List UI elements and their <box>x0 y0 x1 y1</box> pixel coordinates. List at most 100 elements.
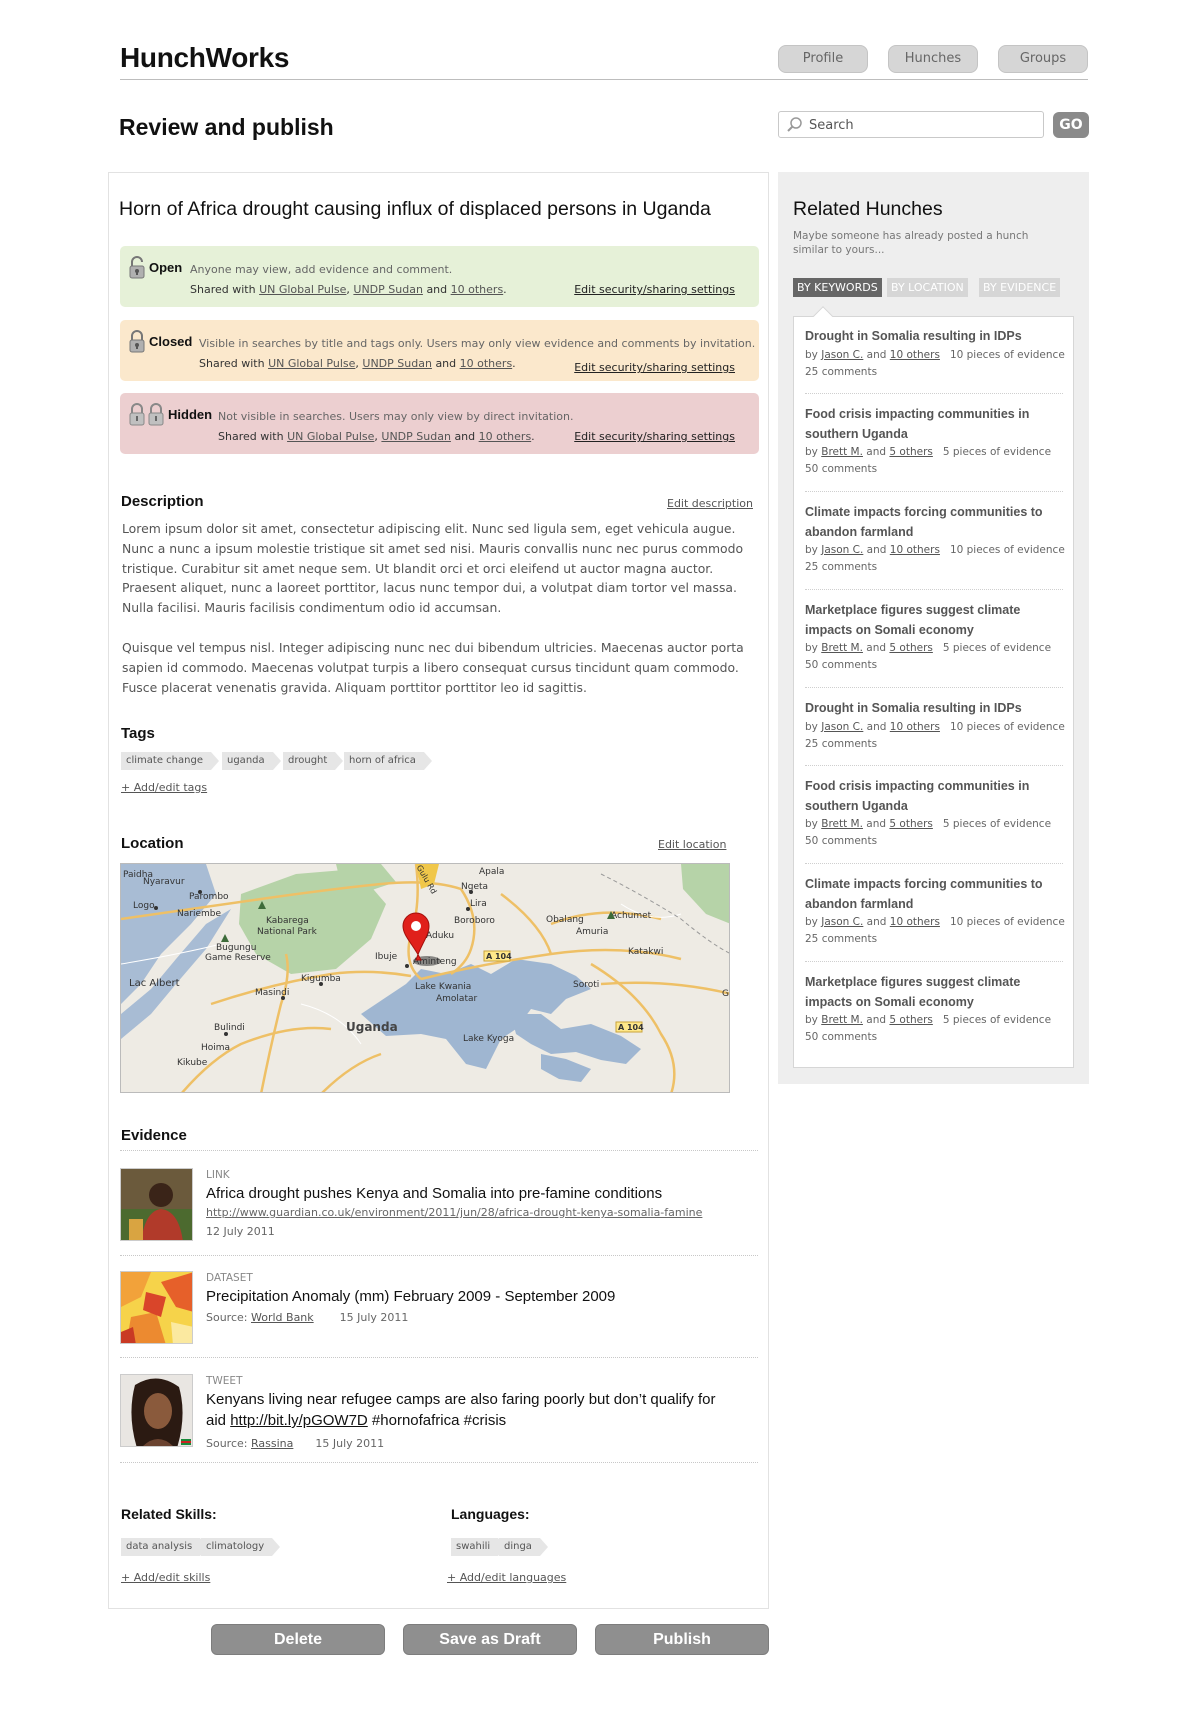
publish-button[interactable]: Publish <box>595 1624 769 1655</box>
related-hunch-item[interactable]: Drought in Somalia resulting in IDPs by … <box>805 699 1065 753</box>
divider <box>805 393 1063 394</box>
edit-security-settings-link[interactable]: Edit security/sharing settings <box>574 430 735 443</box>
tweet-link[interactable]: http://bit.ly/pGOW7D <box>230 1412 368 1429</box>
evidence-tweet-text[interactable]: Kenyans living near refugee camps are al… <box>206 1389 766 1431</box>
security-option-open[interactable]: Open Anyone may view, add evidence and c… <box>120 246 759 307</box>
shared-org-link[interactable]: UN Global Pulse <box>287 430 374 443</box>
user-link[interactable]: Brett M. <box>821 818 863 830</box>
related-hunch-item[interactable]: Drought in Somalia resulting in IDPs by … <box>805 327 1065 381</box>
evidence-thumbnail-tweet[interactable] <box>120 1374 193 1447</box>
skill-chip[interactable]: climatology <box>201 1538 281 1556</box>
related-hunch-comments: 25 comments <box>805 933 878 945</box>
others-link[interactable]: 10 others <box>890 721 940 733</box>
divider <box>805 491 1063 492</box>
search-box[interactable] <box>778 111 1044 138</box>
nav-hunches-button[interactable]: Hunches <box>888 45 978 73</box>
heatmap-icon <box>121 1272 192 1343</box>
others-link[interactable]: 5 others <box>889 818 932 830</box>
svg-text:Lira: Lira <box>470 899 487 909</box>
shared-org-link[interactable]: UNDP Sudan <box>381 430 451 443</box>
app-logo[interactable]: HunchWorks <box>120 42 289 74</box>
related-hunch-item[interactable]: Food crisis impacting communities in sou… <box>805 405 1065 478</box>
evidence-title-link[interactable]: Precipitation Anomaly (mm) February 2009… <box>206 1286 615 1307</box>
evidence-thumbnail-dataset[interactable] <box>120 1271 193 1344</box>
shared-others-link[interactable]: 10 others <box>460 357 513 370</box>
shared-others-link[interactable]: 10 others <box>451 283 504 296</box>
user-link[interactable]: Brett M. <box>821 642 863 654</box>
add-edit-tags-link[interactable]: + Add/edit tags <box>121 781 207 794</box>
save-draft-button[interactable]: Save as Draft <box>403 1624 577 1655</box>
evidence-thumbnail-photo[interactable] <box>120 1168 193 1241</box>
tab-by-keywords[interactable]: BY KEYWORDS <box>793 278 882 297</box>
language-chip[interactable]: dinga <box>499 1538 548 1556</box>
edit-location-link[interactable]: Edit location <box>658 838 726 851</box>
others-link[interactable]: 10 others <box>890 544 940 556</box>
nav-groups-button[interactable]: Groups <box>998 45 1088 73</box>
edit-security-settings-link[interactable]: Edit security/sharing settings <box>574 361 735 374</box>
evidence-source-link[interactable]: World Bank <box>251 1311 314 1324</box>
shared-org-link[interactable]: UNDP Sudan <box>362 357 432 370</box>
user-link[interactable]: Brett M. <box>821 446 863 458</box>
shared-org-link[interactable]: UN Global Pulse <box>259 283 346 296</box>
related-hunch-title[interactable]: Climate impacts forcing communities to a… <box>805 503 1065 542</box>
nav-profile-button[interactable]: Profile <box>778 45 868 73</box>
divider <box>805 765 1063 766</box>
related-hunch-title[interactable]: Marketplace figures suggest climate impa… <box>805 973 1065 1012</box>
svg-text:Bugungu: Bugungu <box>216 943 256 953</box>
user-link[interactable]: Brett M. <box>821 1014 863 1026</box>
tab-by-location[interactable]: BY LOCATION <box>887 278 968 297</box>
language-chip[interactable]: swahili <box>451 1538 507 1556</box>
related-hunch-title[interactable]: Food crisis impacting communities in sou… <box>805 777 1065 816</box>
security-option-hidden[interactable]: Hidden Not visible in searches. Users ma… <box>120 393 759 454</box>
tag-chip[interactable]: uganda <box>222 752 281 770</box>
others-link[interactable]: 5 others <box>889 446 932 458</box>
evidence-title-link[interactable]: Africa drought pushes Kenya and Somalia … <box>206 1183 662 1204</box>
shared-org-link[interactable]: UN Global Pulse <box>268 357 355 370</box>
user-link[interactable]: Jason C. <box>821 544 863 556</box>
related-hunch-item[interactable]: Climate impacts forcing communities to a… <box>805 875 1065 948</box>
user-link[interactable]: Jason C. <box>821 916 863 928</box>
others-link[interactable]: 5 others <box>889 1014 932 1026</box>
evidence-source-link[interactable]: Rassina <box>251 1437 293 1450</box>
related-hunch-comments: 25 comments <box>805 365 878 378</box>
others-link[interactable]: 5 others <box>889 642 932 654</box>
edit-security-settings-link[interactable]: Edit security/sharing settings <box>574 283 735 296</box>
related-hunch-item[interactable]: Marketplace figures suggest climate impa… <box>805 601 1065 674</box>
evidence-url-link[interactable]: http://www.guardian.co.uk/environment/20… <box>206 1206 702 1219</box>
security-hidden-label: Hidden <box>168 407 213 422</box>
user-link[interactable]: Jason C. <box>821 721 863 733</box>
tag-chip[interactable]: climate change <box>121 752 219 770</box>
related-hunch-item[interactable]: Food crisis impacting communities in sou… <box>805 777 1065 850</box>
tab-by-evidence[interactable]: BY EVIDENCE <box>979 278 1061 297</box>
unlocked-icon <box>129 256 145 279</box>
related-hunch-title[interactable]: Marketplace figures suggest climate impa… <box>805 601 1065 640</box>
shared-others-link[interactable]: 10 others <box>479 430 532 443</box>
delete-button[interactable]: Delete <box>211 1624 385 1655</box>
tag-chip[interactable]: horn of africa <box>344 752 432 770</box>
related-hunch-title[interactable]: Climate impacts forcing communities to a… <box>805 875 1065 914</box>
edit-description-link[interactable]: Edit description <box>667 497 753 510</box>
svg-text:National Park: National Park <box>257 927 318 937</box>
svg-text:Apala: Apala <box>479 867 504 877</box>
tag-chip[interactable]: drought <box>283 752 344 770</box>
skill-chip[interactable]: data analysis <box>121 1538 209 1556</box>
security-hidden-description: Not visible in searches. Users may only … <box>218 410 574 423</box>
related-hunch-title[interactable]: Drought in Somalia resulting in IDPs <box>805 699 1065 719</box>
related-hunch-item[interactable]: Climate impacts forcing communities to a… <box>805 503 1065 576</box>
security-option-closed[interactable]: Closed Visible in searches by title and … <box>120 320 759 381</box>
location-map[interactable]: Paidha Nyaravur Parombo Logo Nariembe Lac A… <box>120 863 730 1093</box>
others-link[interactable]: 10 others <box>890 349 940 361</box>
svg-text:Katakwi: Katakwi <box>628 947 663 957</box>
search-go-button[interactable]: GO <box>1053 112 1089 138</box>
related-hunch-item[interactable]: Marketplace figures suggest climate impa… <box>805 973 1065 1046</box>
shared-org-link[interactable]: UNDP Sudan <box>353 283 423 296</box>
add-edit-skills-link[interactable]: + Add/edit skills <box>121 1571 210 1584</box>
related-hunch-title[interactable]: Food crisis impacting communities in sou… <box>805 405 1065 444</box>
svg-text:A 104: A 104 <box>618 1023 644 1032</box>
evidence-heading: Evidence <box>121 1127 187 1144</box>
add-edit-languages-link[interactable]: + Add/edit languages <box>447 1571 566 1584</box>
search-input[interactable] <box>807 115 1037 135</box>
related-hunch-title[interactable]: Drought in Somalia resulting in IDPs <box>805 327 1065 347</box>
others-link[interactable]: 10 others <box>890 916 940 928</box>
user-link[interactable]: Jason C. <box>821 349 863 361</box>
